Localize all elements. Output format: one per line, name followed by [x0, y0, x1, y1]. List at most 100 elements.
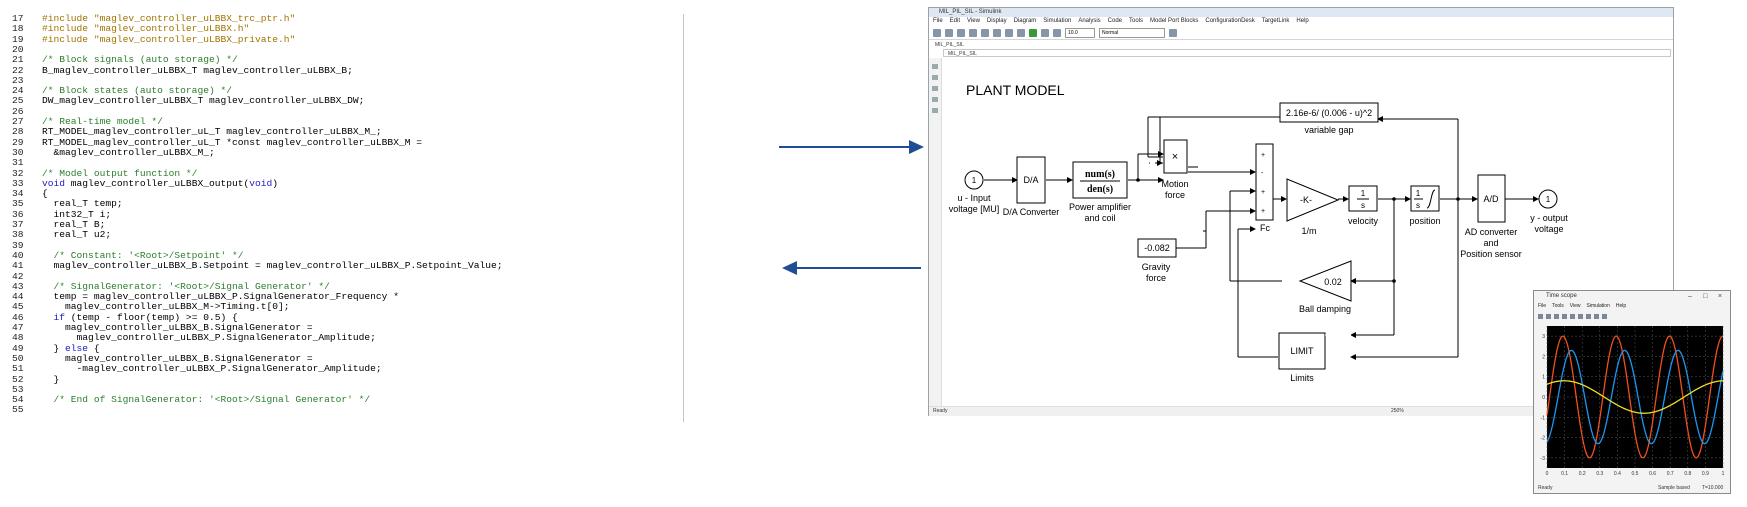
zoom-in-icon[interactable] [1570, 313, 1575, 319]
svg-text:1: 1 [1546, 195, 1551, 204]
code-editor[interactable]: 17 #include "maglev_controller_uLBBX_trc_… [0, 14, 690, 424]
code-line: 30 &maglev_controller_uLBBX_M_; [0, 146, 215, 158]
minimize-icon[interactable]: – [1688, 292, 1692, 301]
scope-menubar: File Tools View Simulation Help [1534, 302, 1730, 311]
y-tick-label: 2 [1542, 354, 1545, 360]
x-tick-label: 0.8 [1684, 471, 1691, 477]
da-converter-block[interactable]: D/A D/A Converter [1003, 156, 1060, 217]
x-tick-label: 0.6 [1649, 471, 1656, 477]
autoscale-icon[interactable] [1586, 313, 1591, 319]
svg-text:-K-: -K- [1300, 195, 1312, 205]
right-arrow-icon [779, 140, 924, 154]
svg-text:voltage: voltage [1534, 224, 1563, 234]
scope-menu-item[interactable]: Simulation [1587, 302, 1610, 311]
scope-title-bar: Time scope [1546, 293, 1577, 299]
stop-icon[interactable] [1562, 313, 1567, 319]
code-line: 52 } [0, 373, 60, 385]
svg-text:1/m: 1/m [1301, 226, 1316, 236]
line-number: 35 [12, 198, 24, 210]
sum-block[interactable]: + - + + Fc [1255, 143, 1274, 233]
line-number: 51 [12, 363, 24, 375]
code-line: 55 [0, 405, 42, 415]
svg-text:Gravity: Gravity [1142, 262, 1171, 272]
x-tick-label: 0.7 [1667, 471, 1674, 477]
variable-gap-block[interactable]: 2.16e-6/ (0.006 - u)^2 variable gap [1279, 102, 1379, 135]
scope-menu-item[interactable]: File [1538, 302, 1546, 311]
measure-icon[interactable] [1602, 313, 1607, 319]
line-number: 42 [12, 270, 24, 282]
x-tick-label: 0 [1546, 471, 1549, 477]
svg-text:u - Input: u - Input [957, 193, 991, 203]
y-tick-label: -3 [1541, 456, 1546, 462]
code-comment: /* End of SignalGenerator: '<Root>/Signa… [42, 394, 371, 406]
svg-text:den(s): den(s) [1087, 184, 1113, 195]
scope-menu-item[interactable]: View [1570, 302, 1581, 311]
line-number: 25 [12, 95, 24, 107]
limits-block[interactable]: LIMIT Limits [1278, 332, 1351, 383]
svg-text:1: 1 [1416, 189, 1421, 198]
zoom-x-icon[interactable] [1578, 313, 1583, 319]
scope-status-ready: Ready [1538, 485, 1553, 491]
settings-icon[interactable] [1538, 313, 1543, 319]
svg-text:num(s): num(s) [1085, 169, 1115, 180]
x-tick-label: 0.3 [1596, 471, 1603, 477]
code-line: 42 [0, 270, 42, 282]
svg-text:AD converter: AD converter [1465, 227, 1518, 237]
transfer-function-block[interactable]: num(s) den(s) Power amplifier and coil [1069, 161, 1131, 223]
run-icon[interactable] [1546, 313, 1551, 319]
svg-text:-0.082: -0.082 [1144, 243, 1170, 253]
code-text: maglev_controller_uLBBX_output( [65, 177, 250, 189]
step-icon[interactable] [1554, 313, 1559, 319]
line-number: 22 [12, 64, 24, 76]
svg-text:Limits: Limits [1290, 373, 1314, 383]
line-number: 31 [12, 157, 24, 169]
motion-force-product-block[interactable]: × Motion force [1161, 139, 1189, 200]
svg-text:position: position [1409, 216, 1440, 226]
line-number: 32 [12, 167, 24, 179]
svg-text:force: force [1146, 273, 1166, 283]
code-line: 31 [0, 158, 42, 168]
scope-menu-item[interactable]: Help [1616, 302, 1626, 311]
x-tick-label: 0.5 [1632, 471, 1639, 477]
time-scope-window: Time scope – □ × File Tools View Simulation… [1533, 290, 1731, 494]
svg-text:variable gap: variable gap [1304, 125, 1353, 135]
close-icon[interactable]: × [1718, 292, 1722, 301]
line-number: 41 [12, 260, 24, 272]
cursor-icon[interactable] [1594, 313, 1599, 319]
code-line: 38 real_T u2; [0, 230, 111, 240]
svg-text:1: 1 [972, 176, 977, 185]
position-integrator-block[interactable]: 1 s position [1409, 185, 1441, 226]
line-number: 52 [12, 373, 24, 385]
ad-converter-block[interactable]: A/D AD converter and Position sensor [1460, 174, 1522, 259]
svg-text:A/D: A/D [1483, 194, 1499, 204]
code-text: } [42, 373, 60, 385]
velocity-integrator-block[interactable]: 1 s velocity [1348, 185, 1379, 226]
code-line: 41 maglev_controller_uLBBX_B.Setpoint = … [0, 261, 503, 271]
scope-menu-item[interactable]: Tools [1552, 302, 1564, 311]
svg-text:D/A Converter: D/A Converter [1003, 207, 1060, 217]
y-tick-label: 0 [1542, 395, 1545, 401]
code-line: 22 B_maglev_controller_uLBBX_T maglev_con… [0, 64, 353, 76]
code-text: &maglev_controller_uLBBX_M_; [42, 146, 215, 158]
diagram-title: PLANT MODEL [966, 82, 1065, 98]
scope-status-bar: Ready Sample based T=10.000 [1534, 484, 1730, 493]
code-text: ) [272, 177, 279, 189]
scope-plot[interactable]: 3 2 1 0 -1 -2 -3 0 0.1 0.2 0.3 0.4 0.5 0.6 0.7 0.8 0.9 1 [1537, 324, 1727, 484]
x-tick-label: 0.9 [1702, 471, 1709, 477]
gravity-constant-block[interactable]: -0.082 Gravity force [1137, 211, 1207, 283]
maximize-icon[interactable]: □ [1703, 292, 1707, 301]
input-port-block[interactable]: 1 u - Input voltage [MU] [949, 170, 1000, 214]
svg-text:+: + [1261, 208, 1265, 215]
code-editor-divider [683, 14, 684, 422]
svg-text:2.16e-6/ (0.006 - u)^2: 2.16e-6/ (0.006 - u)^2 [1286, 108, 1372, 118]
svg-text:s: s [1361, 201, 1365, 210]
ball-damping-gain-block[interactable]: 0.02 Ball damping [1298, 260, 1352, 314]
output-port-block[interactable]: 1 y - output voltage [1530, 189, 1568, 234]
svg-text:and: and [1483, 238, 1498, 248]
line-number: 18 [12, 23, 24, 35]
gain-block[interactable]: -K- 1/m [1286, 178, 1340, 236]
code-text: DW_maglev_controller_uLBBX_T maglev_cont… [42, 95, 365, 107]
svg-text:velocity: velocity [1348, 216, 1379, 226]
code-line: 54 /* End of SignalGenerator: '<Root>/Si… [0, 395, 370, 405]
svg-text:Power amplifier: Power amplifier [1069, 202, 1131, 212]
